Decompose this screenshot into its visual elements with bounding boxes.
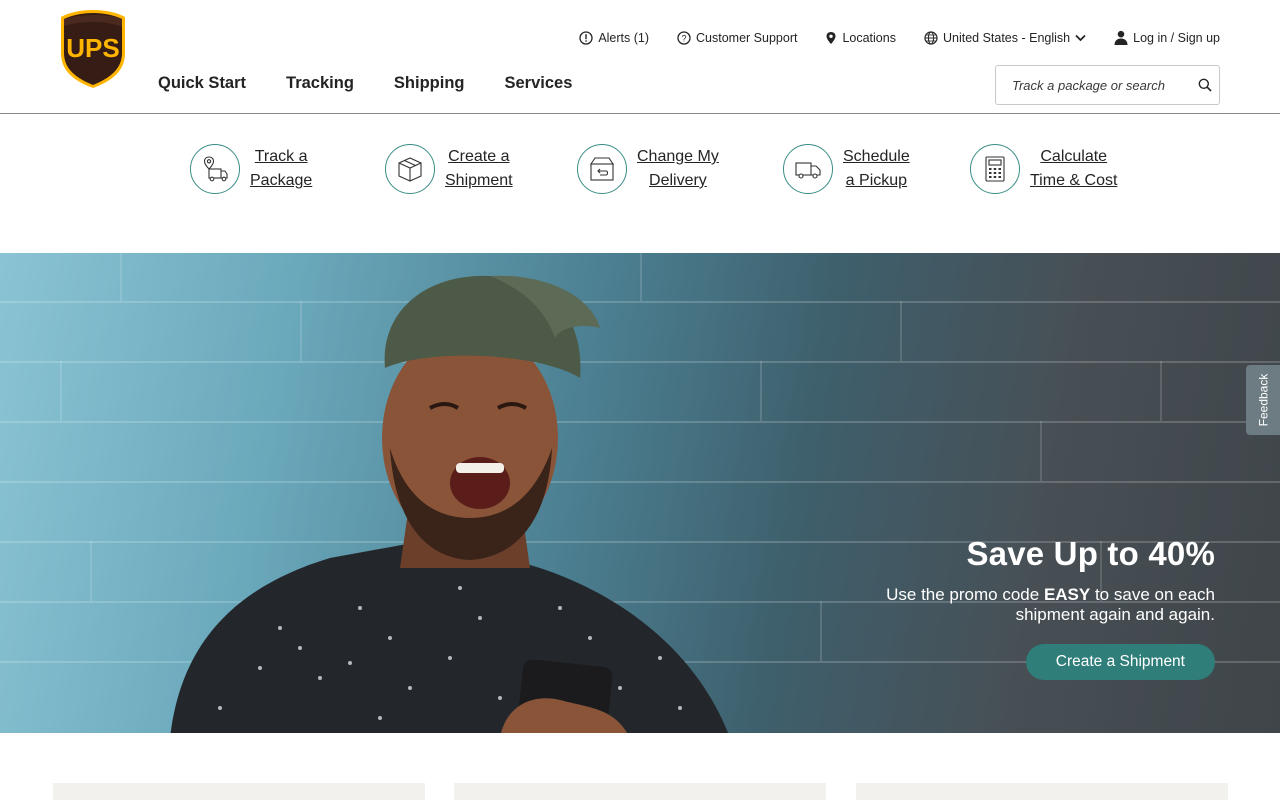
quick-link-create-shipment[interactable]: Create a Shipment — [385, 144, 513, 194]
location-pin-icon — [826, 31, 836, 44]
svg-text:?: ? — [682, 33, 687, 43]
box-icon — [385, 144, 435, 194]
calculator-icon — [970, 144, 1020, 194]
brick-line — [900, 301, 902, 361]
hero-description: Use the promo code EASY to save on each … — [885, 585, 1215, 625]
quick-link-line: Package — [250, 172, 313, 189]
track-package-icon — [190, 144, 240, 194]
quick-link-line: Shipment — [445, 172, 513, 189]
locations-link[interactable]: Locations — [825, 31, 896, 45]
truck-icon — [783, 144, 833, 194]
quick-link-label: Calculate Time & Cost — [1030, 145, 1117, 193]
quick-link-calculate-time-cost[interactable]: Calculate Time & Cost — [970, 144, 1117, 194]
search-icon — [1198, 78, 1212, 92]
utility-nav: Alerts (1) ? Customer Support Locations … — [551, 30, 1220, 45]
quick-link-line: Track a — [254, 148, 308, 165]
quick-link-change-delivery[interactable]: Change My Delivery — [577, 144, 719, 194]
quick-link-line: Create a — [448, 148, 510, 165]
quick-link-label: Schedule a Pickup — [843, 145, 910, 193]
search-input[interactable] — [996, 66, 1190, 104]
content-card — [856, 783, 1228, 800]
hero-content: Save Up to 40% Use the promo code EASY t… — [885, 535, 1215, 680]
help-icon: ? — [677, 30, 691, 45]
brick-line — [1160, 361, 1162, 421]
main-nav: Quick Start Tracking Shipping Services — [158, 74, 612, 93]
chevron-down-icon — [1075, 34, 1086, 41]
quick-link-schedule-pickup[interactable]: Schedule a Pickup — [783, 144, 910, 194]
content-card — [454, 783, 826, 800]
language-label: United States - English — [942, 30, 1071, 45]
brick-line — [1040, 421, 1042, 481]
hero-banner: Save Up to 40% Use the promo code EASY t… — [0, 253, 1280, 733]
locations-label: Locations — [842, 30, 896, 45]
promo-code: EASY — [1043, 585, 1091, 604]
login-label: Log in / Sign up — [1133, 30, 1220, 45]
alerts-label: Alerts (1) — [598, 30, 650, 45]
quick-link-label: Track a Package — [250, 145, 312, 193]
quick-link-line: Schedule — [843, 148, 910, 165]
quick-link-line: Calculate — [1040, 148, 1108, 165]
quick-link-line: Time & Cost — [1030, 172, 1118, 189]
quick-links: Track a Package Create a Shipment Change… — [0, 140, 1280, 200]
svg-text:UPS: UPS — [66, 33, 119, 63]
globe-icon — [924, 30, 938, 45]
brick-line — [820, 601, 822, 661]
feedback-tab[interactable]: Feedback — [1246, 365, 1280, 435]
hero-desc-text: Use the promo code — [886, 585, 1044, 604]
hero-person-image — [170, 275, 728, 733]
brick-line — [60, 361, 62, 421]
alerts-link[interactable]: Alerts (1) — [579, 31, 649, 45]
change-delivery-icon — [577, 144, 627, 194]
ups-logo[interactable]: UPS — [60, 9, 126, 89]
alert-icon — [579, 30, 593, 45]
create-shipment-button[interactable]: Create a Shipment — [1025, 644, 1215, 680]
quick-link-line: a Pickup — [845, 172, 908, 189]
nav-tracking[interactable]: Tracking — [286, 74, 354, 93]
login-link[interactable]: Log in / Sign up — [1114, 30, 1220, 45]
user-icon — [1114, 30, 1128, 45]
search-button[interactable] — [1190, 66, 1219, 104]
hero-title: Save Up to 40% — [966, 535, 1215, 572]
language-selector[interactable]: United States - English — [924, 31, 1086, 45]
quick-link-label: Create a Shipment — [445, 145, 513, 193]
quick-link-label: Change My Delivery — [637, 145, 719, 193]
feedback-label: Feedback — [1256, 373, 1271, 427]
content-card — [53, 783, 425, 800]
customer-support-label: Customer Support — [696, 30, 798, 45]
site-header: UPS Alerts (1) ? Customer Support Locati… — [0, 0, 1280, 114]
search-box — [995, 65, 1220, 105]
brick-line — [120, 253, 122, 301]
brick-line — [90, 541, 92, 601]
customer-support-link[interactable]: ? Customer Support — [677, 31, 797, 45]
nav-services[interactable]: Services — [504, 74, 572, 93]
quick-link-line: Change My — [637, 148, 719, 165]
nav-quick-start[interactable]: Quick Start — [158, 74, 246, 93]
quick-link-track-package[interactable]: Track a Package — [190, 144, 312, 194]
brick-line — [760, 361, 762, 421]
quick-link-line: Delivery — [649, 172, 707, 189]
nav-shipping[interactable]: Shipping — [394, 74, 465, 93]
